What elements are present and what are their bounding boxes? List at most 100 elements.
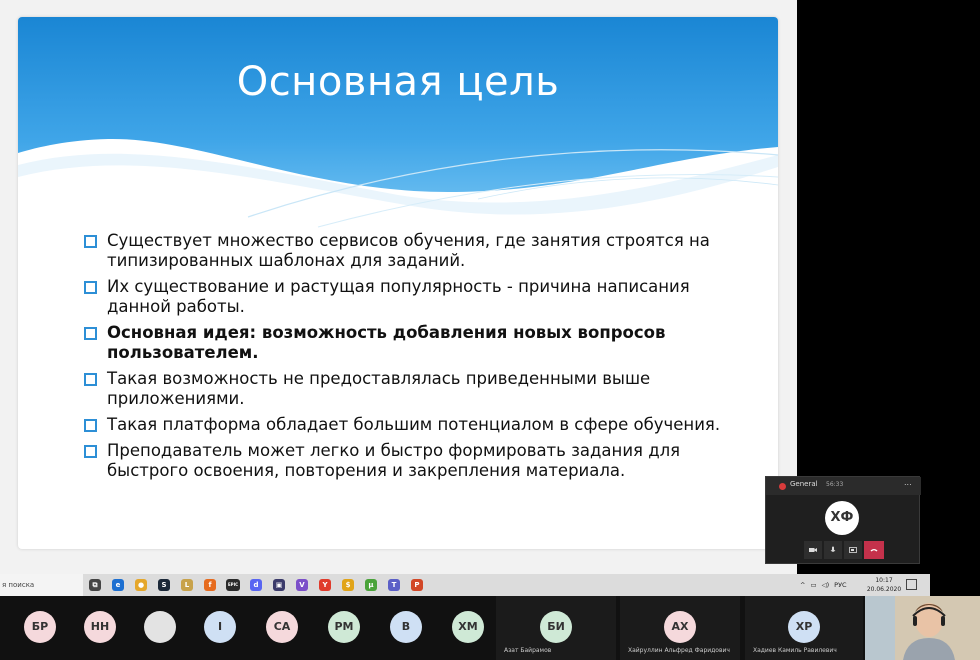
participant-avatar: РМ xyxy=(328,611,360,643)
checkbox-bullet-icon xyxy=(84,235,97,248)
game-icon[interactable]: ▣ xyxy=(270,576,288,594)
participant-avatar: БИ xyxy=(540,611,572,643)
slide-header-wave xyxy=(18,17,778,237)
discord-icon[interactable]: d xyxy=(247,576,265,594)
league-icon[interactable]: L xyxy=(178,576,196,594)
epic-glyph: EPIC xyxy=(226,579,240,591)
participant-avatar: В xyxy=(390,611,422,643)
participant-avatar xyxy=(144,611,176,643)
taskbar-apps: ⧉ e ● S Lf EPIC d ▣ V Y $ μ T P xyxy=(86,574,426,596)
participant-avatar: ХР xyxy=(788,611,820,643)
powerpoint-glyph: P xyxy=(411,579,423,591)
slide-bullet: Их существование и растущая популярность… xyxy=(84,277,724,317)
participant-avatar: НН xyxy=(84,611,116,643)
mic-button[interactable] xyxy=(824,541,842,559)
camera-button[interactable] xyxy=(804,541,822,559)
chrome-icon[interactable]: ● xyxy=(132,576,150,594)
powerpoint-icon[interactable]: P xyxy=(408,576,426,594)
participant-name: Хадиев Камиль Равилевич xyxy=(753,647,837,654)
more-options-icon[interactable]: ... xyxy=(904,478,912,487)
hang-up-icon xyxy=(870,549,878,552)
slide-bullet: Существует множество сервисов обучения, … xyxy=(84,231,724,271)
epic-icon[interactable]: EPIC xyxy=(224,576,242,594)
share-screen-icon xyxy=(849,547,857,553)
checkbox-bullet-icon xyxy=(84,445,97,458)
tray-lang[interactable]: РУС xyxy=(834,581,846,589)
visual-studio-glyph: V xyxy=(296,579,308,591)
slide-bullet: Такая платформа обладает большим потенци… xyxy=(84,415,724,435)
share-screen-button[interactable] xyxy=(844,541,862,559)
clock-time: 10:17 xyxy=(875,577,893,584)
person-video-icon xyxy=(865,596,980,660)
self-video xyxy=(865,596,980,660)
checkbox-bullet-icon xyxy=(84,327,97,340)
teams-glyph: T xyxy=(388,579,400,591)
taskbar-clock[interactable]: 10:17 20.06.2020 xyxy=(866,576,902,594)
hang-up-button[interactable] xyxy=(864,541,884,559)
slide-bullet: Преподаватель может легко и быстро форми… xyxy=(84,441,724,481)
slide-title: Основная цель xyxy=(236,59,560,105)
app-yellow-icon[interactable]: $ xyxy=(339,576,357,594)
participant-tile[interactable]: I xyxy=(200,596,240,660)
participant-avatar: ХМ xyxy=(452,611,484,643)
yandex-icon[interactable]: Y xyxy=(316,576,334,594)
slide-bullet-text: Основная идея: возможность добавления но… xyxy=(107,323,666,362)
yandex-glyph: Y xyxy=(319,579,331,591)
notification-icon[interactable] xyxy=(906,579,917,590)
game-glyph: ▣ xyxy=(273,579,285,591)
torrent-icon[interactable]: μ xyxy=(362,576,380,594)
steam-icon[interactable]: S xyxy=(155,576,173,594)
visual-studio-icon[interactable]: V xyxy=(293,576,311,594)
participant-tile[interactable]: ХМ xyxy=(448,596,488,660)
call-overlay[interactable]: General 56:33 ... ХФ xyxy=(765,476,921,564)
clock-date: 20.06.2020 xyxy=(866,586,902,593)
mic-icon xyxy=(830,546,836,552)
checkbox-bullet-icon xyxy=(84,419,97,432)
slide-bullet-text: Такая возможность не предоставлялась при… xyxy=(107,369,651,408)
slide-bullet-text: Такая платформа обладает большим потенци… xyxy=(107,415,721,434)
torrent-glyph: μ xyxy=(365,579,377,591)
camera-icon xyxy=(809,548,817,552)
firefox-icon[interactable]: f xyxy=(201,576,219,594)
slide-bullet-text: Существует множество сервисов обучения, … xyxy=(107,231,710,270)
steam-glyph: S xyxy=(158,579,170,591)
call-channel-name: General xyxy=(790,480,818,488)
tray-chevron-icon[interactable]: ^ xyxy=(800,581,805,589)
slide-bullet-text: Преподаватель может легко и быстро форми… xyxy=(107,441,681,480)
participant-tile[interactable]: ХР Хадиев Камиль Равилевич xyxy=(745,596,863,660)
participant-tile[interactable]: РМ xyxy=(324,596,364,660)
taskbar-search-input[interactable]: я поиска xyxy=(0,574,83,596)
participant-tile[interactable]: СА xyxy=(262,596,302,660)
participant-avatar: АХ xyxy=(664,611,696,643)
task-view-glyph: ⧉ xyxy=(89,579,101,591)
black-margin-bottom xyxy=(930,574,980,596)
checkbox-bullet-icon xyxy=(84,281,97,294)
participant-tile[interactable]: БР xyxy=(20,596,60,660)
participant-tile[interactable]: В xyxy=(386,596,426,660)
participant-tile[interactable]: АХ Хайруллин Альфред Фаридович xyxy=(620,596,740,660)
edge-glyph: e xyxy=(112,579,124,591)
slide-bullet: Основная идея: возможность добавления но… xyxy=(84,323,724,363)
windows-taskbar: я поиска ⧉ e ● S Lf EPIC d ▣ V Y $ μ T P ^ ▭ ◁) РУС 1… xyxy=(0,574,930,596)
network-icon[interactable]: ▭ xyxy=(810,581,816,589)
participant-tile[interactable]: БИ Азат Байрамов xyxy=(496,596,616,660)
participant-tile[interactable] xyxy=(140,596,180,660)
app-yellow-glyph: $ xyxy=(342,579,354,591)
league-glyph: L xyxy=(181,579,193,591)
teams-icon[interactable]: T xyxy=(385,576,403,594)
screen: Основная цель Существует множество серви… xyxy=(0,0,980,660)
call-controls xyxy=(804,541,884,559)
chrome-glyph: ● xyxy=(135,579,147,591)
edge-icon[interactable]: e xyxy=(109,576,127,594)
task-view-icon[interactable]: ⧉ xyxy=(86,576,104,594)
participant-avatar: I xyxy=(204,611,236,643)
call-header: General 56:33 ... xyxy=(766,477,921,495)
slide-bullet-text: Их существование и растущая популярность… xyxy=(107,277,690,316)
participant-avatar: СА xyxy=(266,611,298,643)
participant-name: Хайруллин Альфред Фаридович xyxy=(628,647,730,654)
call-duration: 56:33 xyxy=(826,481,844,488)
checkbox-bullet-icon xyxy=(84,373,97,386)
participant-tile[interactable]: НН xyxy=(80,596,120,660)
volume-icon[interactable]: ◁) xyxy=(822,581,830,589)
participants-strip: БР НН I СА РМ В ХМ БИ Азат Байрамов АХ Хайруллин А… xyxy=(0,596,980,660)
